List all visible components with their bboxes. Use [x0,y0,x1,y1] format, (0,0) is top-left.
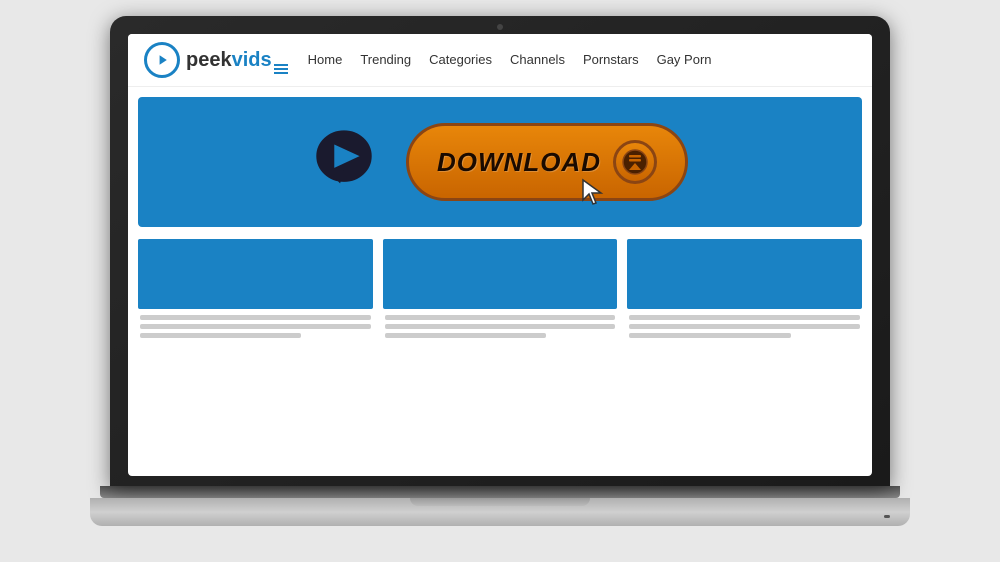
logo-lines-icon [274,64,288,74]
download-label: DOWNLOAD [437,147,601,178]
banner: DOWNLOAD [138,97,862,227]
card-2-thumbnail [383,239,618,309]
laptop-notch [410,498,590,506]
card-2-lines [383,315,618,338]
card-3-lines [627,315,862,338]
camera-dot [497,24,503,30]
nav-item-trending[interactable]: Trending [360,51,411,69]
nav-item-home[interactable]: Home [308,51,343,69]
screen: peekvids Home Trending Categories Channe… [128,34,872,476]
nav-item-gay-porn[interactable]: Gay Porn [657,51,712,69]
nav-links: Home Trending Categories Channels Pornst… [308,51,712,69]
power-led [884,515,890,518]
laptop-hinge [100,486,900,498]
card-1 [138,239,373,338]
main-content: DOWNLOAD [128,87,872,348]
card-2 [383,239,618,338]
logo-text: peekvids [186,49,272,72]
laptop-base [90,498,910,526]
cursor-icon [581,178,605,212]
nav-item-categories[interactable]: Categories [429,51,492,69]
nav-item-channels[interactable]: Channels [510,51,565,69]
card-1-thumbnail [138,239,373,309]
cards-grid [138,239,862,338]
card-1-lines [138,315,373,338]
nav-item-pornstars[interactable]: Pornstars [583,51,639,69]
banner-logo [312,127,376,197]
site-header: peekvids Home Trending Categories Channe… [128,34,872,87]
laptop-container: peekvids Home Trending Categories Channe… [90,16,910,546]
logo-area: peekvids [144,42,288,78]
download-button[interactable]: DOWNLOAD [406,123,688,201]
card-3 [627,239,862,338]
logo-icon [144,42,180,78]
card-3-thumbnail [627,239,862,309]
download-arrow-icon [613,140,657,184]
screen-bezel: peekvids Home Trending Categories Channe… [110,16,890,486]
